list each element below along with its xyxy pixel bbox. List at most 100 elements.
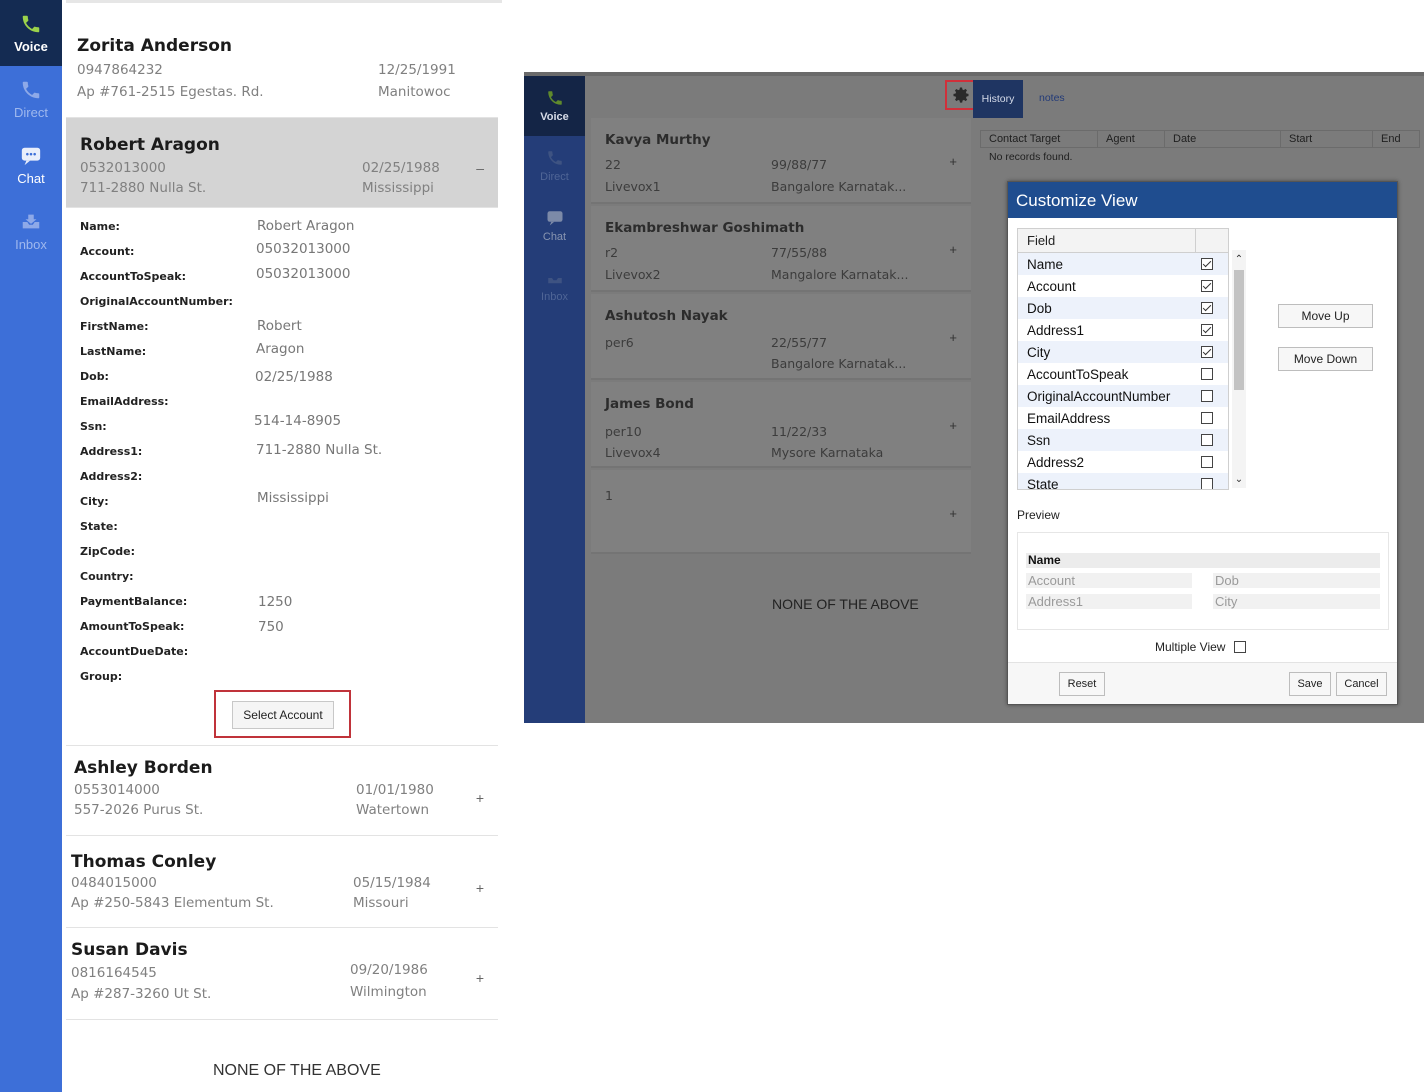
expand-toggle[interactable]: +: [476, 970, 484, 986]
field-row[interactable]: Dob: [1018, 297, 1228, 319]
nav-direct-label: Direct: [540, 171, 569, 183]
nav-direct[interactable]: Direct: [0, 66, 62, 132]
field-list-scrollbar[interactable]: ⌃ ⌄: [1232, 250, 1246, 488]
field-checkbox[interactable]: [1201, 258, 1213, 270]
nav-voice[interactable]: Voice: [0, 0, 62, 66]
contact-card[interactable]: Ekambreshwar Goshimath r2 77/55/88 Livev…: [591, 206, 971, 292]
field-row[interactable]: Account: [1018, 275, 1228, 297]
dialog-title: Customize View: [1008, 182, 1397, 218]
nav-direct-label: Direct: [14, 104, 48, 120]
tab-notes[interactable]: notes: [1039, 92, 1065, 104]
contact-card-susan[interactable]: Susan Davis 0816164545 Ap #287-3260 Ut S…: [66, 928, 498, 1020]
nav-direct[interactable]: Direct: [524, 136, 585, 196]
field-row[interactable]: EmailAddress: [1018, 407, 1228, 429]
contact-card[interactable]: 1 +: [591, 470, 971, 554]
dialog-footer: Reset Save Cancel: [1008, 662, 1397, 704]
phone-icon: [547, 91, 562, 105]
none-of-the-above-option[interactable]: NONE OF THE ABOVE: [772, 596, 919, 612]
field-checkbox[interactable]: [1201, 368, 1213, 380]
expand-toggle[interactable]: +: [476, 880, 484, 896]
column-header: Start: [1281, 131, 1373, 147]
contact-address: Ap #761-2515 Egestas. Rd.: [77, 84, 264, 100]
history-empty-message: No records found.: [989, 151, 1073, 163]
nav-inbox[interactable]: Inbox: [0, 198, 62, 264]
select-account-button[interactable]: Select Account: [232, 701, 334, 729]
field-row[interactable]: City: [1018, 341, 1228, 363]
field-row[interactable]: Address1: [1018, 319, 1228, 341]
expand-toggle[interactable]: +: [949, 418, 957, 433]
field-row[interactable]: Ssn: [1018, 429, 1228, 451]
contact-field: Livevox1: [605, 179, 661, 194]
contact-field: Mysore Karnataka: [771, 445, 884, 460]
expand-toggle[interactable]: +: [949, 242, 957, 257]
contact-card[interactable]: Ashutosh Nayak per6 22/55/77 Bangalore K…: [591, 294, 971, 380]
detail-label: Address1:: [80, 445, 143, 458]
contact-name: Ekambreshwar Goshimath: [605, 220, 805, 236]
field-checkbox[interactable]: [1201, 390, 1213, 402]
contact-name: Robert Aragon: [80, 135, 220, 155]
contact-list: Zorita Anderson 0947864232 Ap #761-2515 …: [66, 0, 502, 1092]
settings-gear-button[interactable]: [945, 80, 976, 110]
expand-toggle[interactable]: +: [949, 154, 957, 169]
field-list-header: Field: [1018, 229, 1228, 253]
field-checkbox[interactable]: [1201, 412, 1213, 424]
left-nav-bar: Voice Direct Chat Inbox: [0, 0, 62, 1092]
contact-field: Bangalore Karnatak...: [771, 356, 907, 371]
contact-card[interactable]: Kavya Murthy 22 99/88/77 Livevox1 Bangal…: [591, 118, 971, 204]
reset-button[interactable]: Reset: [1059, 672, 1105, 696]
contact-card-thomas[interactable]: Thomas Conley 0484015000 Ap #250-5843 El…: [66, 836, 498, 928]
cancel-button[interactable]: Cancel: [1336, 672, 1387, 696]
scroll-thumb[interactable]: [1234, 270, 1244, 390]
contact-card-zorita[interactable]: Zorita Anderson 0947864232 Ap #761-2515 …: [66, 24, 498, 118]
contact-field: 99/88/77: [771, 157, 828, 172]
chevron-down-icon[interactable]: ⌄: [1232, 474, 1246, 488]
field-checkbox[interactable]: [1201, 324, 1213, 336]
nav-inbox-label: Inbox: [15, 236, 47, 252]
field-checkbox[interactable]: [1201, 280, 1213, 292]
field-row[interactable]: Name: [1018, 253, 1228, 275]
contact-city: Missouri: [353, 895, 409, 911]
expand-toggle[interactable]: +: [949, 330, 957, 345]
nav-chat[interactable]: Chat: [0, 132, 62, 198]
nav-voice-label: Voice: [540, 111, 569, 123]
field-checkbox[interactable]: [1201, 478, 1213, 489]
contact-city: Manitowoc: [378, 84, 451, 100]
contact-card-robert[interactable]: Robert Aragon 0532013000 711-2880 Nulla …: [66, 118, 498, 208]
inbox-icon: [22, 214, 40, 228]
detail-label: City:: [80, 495, 109, 508]
chevron-up-icon[interactable]: ⌃: [1232, 254, 1246, 268]
detail-label: Name:: [80, 220, 120, 233]
field-name: State: [1027, 476, 1059, 490]
field-checkbox[interactable]: [1201, 302, 1213, 314]
field-row[interactable]: Address2: [1018, 451, 1228, 473]
nav-inbox[interactable]: Inbox: [524, 256, 585, 316]
field-checkbox[interactable]: [1201, 346, 1213, 358]
field-checkbox[interactable]: [1201, 456, 1213, 468]
move-down-button[interactable]: Move Down: [1278, 347, 1373, 371]
move-up-button[interactable]: Move Up: [1278, 304, 1373, 328]
save-button[interactable]: Save: [1289, 672, 1331, 696]
multiple-view-option[interactable]: Multiple View: [1155, 640, 1247, 654]
field-checkbox[interactable]: [1201, 434, 1213, 446]
detail-label: ZipCode:: [80, 545, 135, 558]
nav-chat[interactable]: Chat: [524, 196, 585, 256]
detail-value: Robert: [257, 318, 302, 334]
nav-voice[interactable]: Voice: [524, 76, 585, 136]
collapse-toggle[interactable]: –: [476, 160, 484, 176]
tab-history[interactable]: History: [973, 80, 1023, 118]
expand-toggle[interactable]: +: [949, 506, 957, 521]
contact-field: 22/55/77: [771, 335, 828, 350]
contact-card-ashley[interactable]: Ashley Borden 0553014000 557-2026 Purus …: [66, 746, 498, 836]
none-of-the-above-option[interactable]: NONE OF THE ABOVE: [213, 1062, 381, 1080]
field-name: Address2: [1027, 454, 1085, 470]
field-row[interactable]: State: [1018, 473, 1228, 490]
contact-list: Kavya Murthy 22 99/88/77 Livevox1 Bangal…: [591, 76, 971, 723]
field-name: Name: [1027, 256, 1064, 272]
contact-field: Livevox2: [605, 267, 661, 282]
expand-toggle[interactable]: +: [476, 790, 484, 806]
detail-value: 514-14-8905: [254, 413, 342, 429]
field-row[interactable]: AccountToSpeak: [1018, 363, 1228, 385]
field-row[interactable]: OriginalAccountNumber: [1018, 385, 1228, 407]
multiple-view-checkbox[interactable]: [1234, 641, 1247, 653]
contact-card[interactable]: James Bond per10 11/22/33 Livevox4 Mysor…: [591, 382, 971, 468]
